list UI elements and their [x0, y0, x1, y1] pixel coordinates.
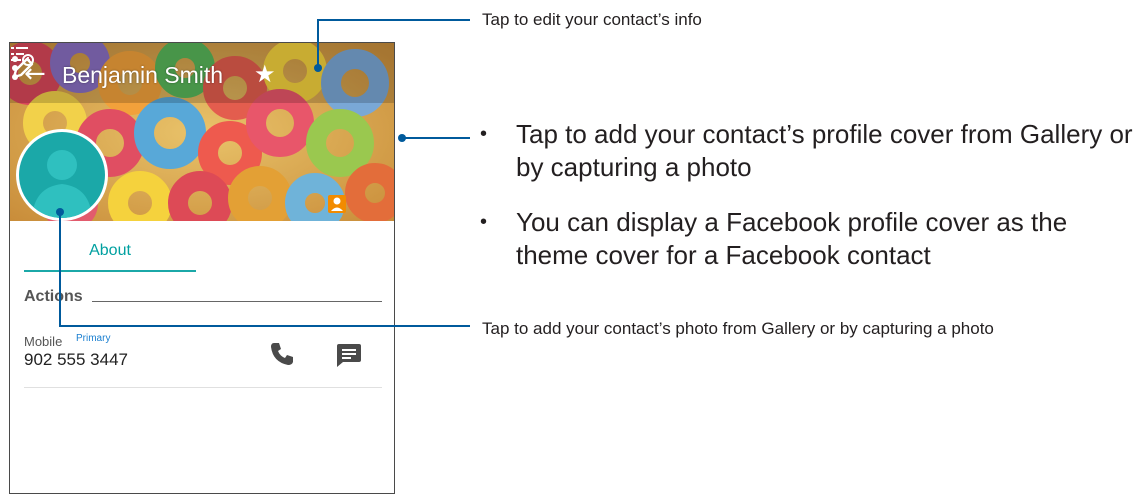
bullet-item: • You can display a Facebook profile cov… [480, 206, 1140, 272]
callout-contact-photo: Tap to add your contact’s photo from Gal… [482, 319, 994, 338]
bullet-text: Tap to add your contact’s profile cover … [516, 119, 1133, 182]
callout-edit-info: Tap to edit your contact’s info [482, 10, 702, 29]
bullet-text: You can display a Facebook profile cover… [516, 207, 1068, 270]
bullet-dot: • [480, 123, 488, 145]
callout-profile-cover: • Tap to add your contact’s profile cove… [480, 118, 1140, 294]
bullet-dot: • [480, 211, 488, 233]
bullet-item: • Tap to add your contact’s profile cove… [480, 118, 1140, 184]
